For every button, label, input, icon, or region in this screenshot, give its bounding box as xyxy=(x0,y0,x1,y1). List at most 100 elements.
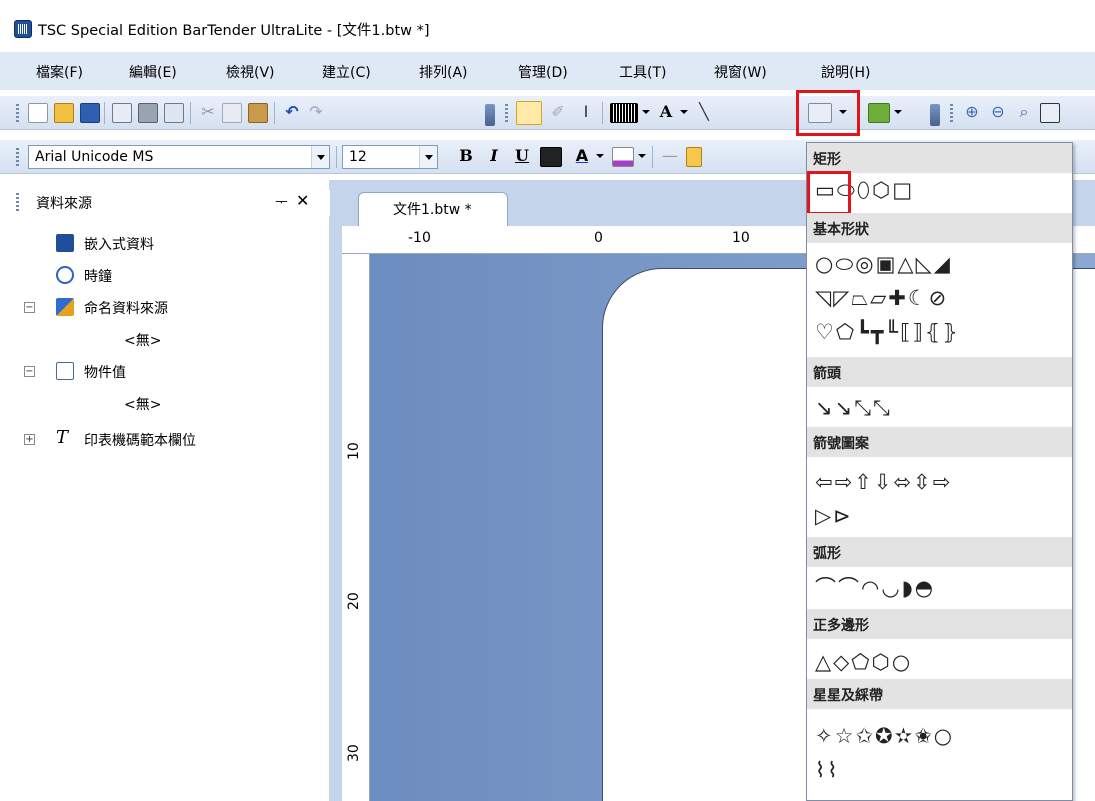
select-pointer-icon[interactable] xyxy=(516,101,542,125)
embedded-data-icon xyxy=(56,234,74,252)
format-painter-icon[interactable]: ✐ xyxy=(546,102,570,122)
panel-grip[interactable] xyxy=(16,193,19,213)
ruler-label: 20 xyxy=(346,592,362,610)
highlight-rectangle-shape xyxy=(807,171,851,215)
zoom-in-icon[interactable]: ⊕ xyxy=(962,102,982,122)
save-icon[interactable] xyxy=(80,103,100,123)
menu-edit[interactable]: 編輯(E) xyxy=(129,62,177,82)
toolbar-separator xyxy=(104,102,105,124)
print-icon[interactable] xyxy=(138,103,158,123)
section-header-block-arrows: 箭號圖案 xyxy=(807,427,1072,457)
paste-icon[interactable] xyxy=(248,103,268,123)
barcode-icon[interactable] xyxy=(610,103,638,123)
text-cursor-icon[interactable]: I xyxy=(576,102,596,122)
bold-icon[interactable]: B xyxy=(456,146,476,166)
collapse-icon[interactable]: − xyxy=(24,366,35,377)
picture-icon[interactable] xyxy=(868,103,890,123)
toolbar-grip[interactable] xyxy=(950,104,953,124)
basic-shapes-row[interactable]: ♡⬠┗┳╙⟦⟧⦃⦄ xyxy=(815,319,960,345)
close-icon[interactable]: ✕ xyxy=(296,191,309,210)
arc-shapes-row[interactable]: ⌒⌒◠◡◗◓ xyxy=(815,575,935,601)
arrow-shapes-row[interactable]: ↘↘⤡⤡ xyxy=(815,395,892,421)
document-tab-label: 文件1.btw * xyxy=(393,202,472,218)
font-size-value: 12 xyxy=(349,149,367,165)
chevron-down-icon[interactable] xyxy=(311,146,329,168)
line-icon[interactable]: ╲ xyxy=(694,102,714,122)
shapes-dropdown-menu: 矩形 ▭⬭⬯⬡□ 基本形狀 ○⬭◎▣△◺◢ ◹◸⏢▱✚☾⊘ ♡⬠┗┳╙⟦⟧⦃⦄ … xyxy=(806,142,1073,801)
clock-icon xyxy=(56,266,74,284)
object-value-icon xyxy=(56,362,74,380)
menu-view[interactable]: 檢視(V) xyxy=(226,62,275,82)
star-shapes-row[interactable]: ✧☆✩✪✫✬○ xyxy=(815,723,954,749)
font-name-value: Arial Unicode MS xyxy=(35,149,154,165)
ruler-label: 30 xyxy=(346,744,362,762)
tree-item-label: 物件值 xyxy=(84,365,126,381)
toolbar-grip[interactable] xyxy=(16,148,19,168)
chevron-down-icon[interactable] xyxy=(680,110,688,114)
toolbar-grip[interactable] xyxy=(505,104,508,124)
document-tab[interactable]: 文件1.btw * xyxy=(358,192,508,226)
menu-window[interactable]: 視窗(W) xyxy=(714,62,767,82)
font-color-icon[interactable]: A xyxy=(572,146,592,166)
title-bar: TSC Special Edition BarTender UltraLite … xyxy=(0,0,1095,52)
panel-title: 資料來源 xyxy=(36,196,92,212)
font-size-select[interactable]: 12 xyxy=(342,145,438,169)
menu-arrange[interactable]: 排列(A) xyxy=(419,62,468,82)
zoom-fit-icon[interactable]: ⌕ xyxy=(1014,102,1034,122)
italic-icon[interactable]: I xyxy=(484,146,504,166)
named-data-source-icon xyxy=(56,298,74,316)
data-sources-panel: 資料來源 ᅮ ✕ 嵌入式資料 時鐘 − 命名資料來源 <無> − 物件值 <無>… xyxy=(0,180,330,801)
block-arrow-shapes-row[interactable]: ⇦⇨⇧⇩⬄⇳⇨ xyxy=(815,469,952,495)
menu-tools[interactable]: 工具(T) xyxy=(619,62,666,82)
print-preview-icon[interactable] xyxy=(164,103,184,123)
pin-icon[interactable]: ᅮ xyxy=(275,192,288,212)
menu-manage[interactable]: 管理(D) xyxy=(518,62,568,82)
toolbar-separator xyxy=(336,146,337,168)
toolbar-separator xyxy=(602,102,603,124)
toolbar-separator xyxy=(190,102,191,124)
toolbar-overflow[interactable] xyxy=(930,104,940,126)
menu-bar: 檔案(F) 編輯(E) 檢視(V) 建立(C) 排列(A) 管理(D) 工具(T… xyxy=(0,52,1095,90)
tree-item-label: <無> xyxy=(124,397,162,413)
chevron-down-icon[interactable] xyxy=(638,154,646,158)
polygon-shapes-row[interactable]: △◇⬠⬡○ xyxy=(815,649,912,675)
banner-shapes-row[interactable]: ⌇⌇ xyxy=(815,757,840,783)
align-left-icon[interactable] xyxy=(686,147,702,167)
chevron-down-icon[interactable] xyxy=(894,110,902,114)
toolbar-grip[interactable] xyxy=(16,104,19,124)
highlight-shapes-button xyxy=(796,90,860,136)
block-arrow-shapes-row[interactable]: ▷⊳ xyxy=(815,503,853,529)
chevron-down-icon[interactable] xyxy=(596,154,604,158)
underline-icon[interactable]: U xyxy=(512,146,532,166)
chevron-down-icon[interactable] xyxy=(642,110,650,114)
collapse-icon[interactable]: − xyxy=(24,302,35,313)
new-document-icon[interactable] xyxy=(28,103,48,123)
undo-icon[interactable]: ↶ xyxy=(282,102,302,122)
vertical-ruler[interactable]: 10 20 30 xyxy=(342,254,370,801)
basic-shapes-row[interactable]: ○⬭◎▣△◺◢ xyxy=(815,251,952,277)
chevron-down-icon[interactable] xyxy=(419,146,437,168)
redo-icon[interactable]: ↷ xyxy=(306,102,326,122)
expand-icon[interactable]: + xyxy=(24,434,35,445)
open-folder-icon[interactable] xyxy=(54,103,74,123)
copy-icon[interactable] xyxy=(222,103,242,123)
menu-file[interactable]: 檔案(F) xyxy=(36,62,83,82)
word-wrap-icon[interactable] xyxy=(540,147,562,167)
basic-shapes-row[interactable]: ◹◸⏢▱✚☾⊘ xyxy=(815,285,948,311)
section-header-stars-banners: 星星及綵帶 xyxy=(807,679,1072,709)
toolbar-overflow[interactable] xyxy=(485,104,495,126)
zoom-page-icon[interactable] xyxy=(1040,103,1060,123)
ruler-label: 10 xyxy=(346,442,362,460)
printer-code-icon: T xyxy=(56,427,69,448)
cut-icon[interactable]: ✂ xyxy=(198,102,218,122)
tree-item-label: 時鐘 xyxy=(84,269,112,285)
text-object-icon[interactable]: A xyxy=(656,102,676,122)
highlight-color-icon[interactable] xyxy=(612,147,634,167)
menu-create[interactable]: 建立(C) xyxy=(322,62,371,82)
page-setup-icon[interactable] xyxy=(112,103,132,123)
panel-header: 資料來源 ᅮ ✕ xyxy=(0,190,330,216)
line-style-icon[interactable]: — xyxy=(660,146,680,166)
zoom-out-icon[interactable]: ⊖ xyxy=(988,102,1008,122)
menu-help[interactable]: 說明(H) xyxy=(821,62,870,82)
font-name-select[interactable]: Arial Unicode MS xyxy=(28,145,330,169)
